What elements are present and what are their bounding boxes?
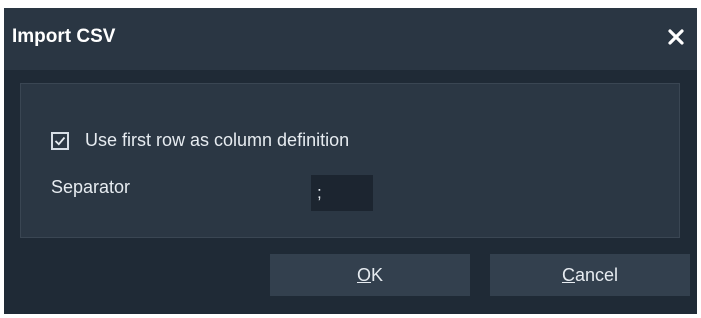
use-first-row-label: Use first row as column definition bbox=[85, 130, 350, 150]
ok-button[interactable]: OK bbox=[270, 254, 470, 296]
cancel-button[interactable]: Cancel bbox=[490, 254, 690, 296]
close-icon bbox=[668, 29, 684, 45]
use-first-row-checkbox[interactable] bbox=[51, 131, 69, 150]
cancel-label-rest: ancel bbox=[574, 264, 619, 285]
dialog-titlebar: Import CSV bbox=[4, 8, 697, 70]
separator-label: Separator bbox=[51, 177, 131, 197]
separator-input[interactable] bbox=[311, 175, 373, 211]
ok-mnemonic: O bbox=[356, 264, 371, 285]
ok-label-rest: K bbox=[371, 264, 384, 285]
options-panel: Use first row as column definition Separ… bbox=[20, 83, 680, 238]
cancel-mnemonic: C bbox=[561, 264, 575, 285]
use-first-row-option[interactable]: Use first row as column definition bbox=[51, 130, 349, 151]
dialog-title: Import CSV bbox=[12, 26, 116, 47]
checkmark-icon bbox=[54, 136, 66, 146]
close-button[interactable] bbox=[661, 22, 691, 52]
import-csv-dialog: Import CSV Use first row as column defin… bbox=[4, 8, 697, 314]
